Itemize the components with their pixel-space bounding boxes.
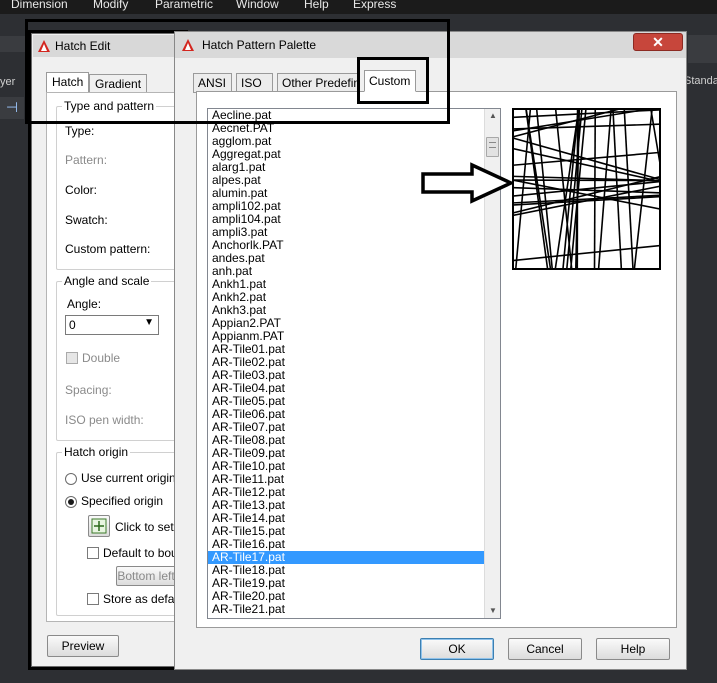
pattern-line	[593, 104, 597, 274]
close-icon: ✕	[652, 34, 664, 50]
pick-point-button[interactable]	[88, 515, 110, 537]
ribbon-panel-fragment	[0, 36, 28, 52]
swatch-label: Swatch:	[65, 213, 108, 227]
pattern-line	[623, 104, 635, 274]
ok-button[interactable]: OK	[420, 638, 494, 660]
pattern-line	[611, 104, 623, 274]
angle-label: Angle:	[67, 297, 102, 311]
spacing-label: Spacing:	[65, 383, 112, 397]
pattern-line	[508, 244, 665, 262]
default-to-boundary-checkbox[interactable]	[87, 547, 99, 559]
bottom-left-select[interactable]: Bottom left	[116, 566, 176, 586]
hatch-origin-title: Hatch origin	[62, 445, 131, 459]
menu-express[interactable]: Express	[353, 0, 396, 11]
pick-point-icon	[91, 518, 107, 534]
right-arrow-icon	[421, 162, 514, 204]
align-icon[interactable]: ⊣	[0, 97, 24, 119]
default-to-boundary-label: Default to boun	[103, 546, 185, 560]
pattern-line	[508, 194, 665, 204]
pattern-label: Pattern:	[65, 153, 108, 167]
use-current-origin-label: Use current origin	[81, 471, 176, 485]
annotation-custom-tab-highlight	[357, 57, 429, 104]
preview-button[interactable]: Preview	[47, 635, 119, 657]
cancel-button[interactable]: Cancel	[508, 638, 582, 660]
custom-pattern-label: Custom pattern:	[65, 242, 151, 256]
double-label: Double	[82, 351, 121, 365]
toolbar-fragment	[688, 35, 717, 63]
type-label: Type:	[65, 124, 95, 138]
store-as-default-checkbox[interactable]	[87, 593, 99, 605]
scroll-thumb[interactable]	[486, 137, 499, 157]
list-item[interactable]: AR-Tile21.pat	[208, 603, 485, 616]
use-current-origin-radio[interactable]	[65, 473, 77, 485]
standard-label-fragment: Standa	[684, 75, 717, 87]
menu-parametric[interactable]: Parametric	[155, 0, 213, 11]
menu-modify[interactable]: Modify	[93, 0, 128, 11]
scroll-down-icon[interactable]: ▼	[485, 604, 500, 618]
scroll-up-icon[interactable]: ▲	[485, 109, 500, 123]
menu-help[interactable]: Help	[304, 0, 329, 11]
store-as-default-label: Store as defaul	[103, 592, 184, 606]
help-button[interactable]: Help	[596, 638, 670, 660]
specified-origin-label: Specified origin	[81, 494, 164, 508]
pattern-preview	[508, 96, 680, 274]
chevron-down-icon: ▼	[144, 317, 154, 328]
double-checkbox[interactable]	[66, 352, 78, 364]
angle-select[interactable]: 0 ▼	[65, 315, 159, 335]
specified-origin-radio[interactable]	[65, 496, 77, 508]
angle-value: 0	[69, 318, 76, 332]
close-button[interactable]: ✕	[633, 33, 683, 51]
color-label: Color:	[65, 183, 98, 197]
iso-pen-width-label: ISO pen width:	[65, 413, 144, 427]
menu-bar: Dimension Modify Parametric Window Help …	[0, 0, 717, 14]
pattern-line	[649, 104, 680, 274]
layer-label-fragment: yer	[0, 76, 16, 88]
menu-dimension[interactable]: Dimension	[11, 0, 68, 11]
angle-and-scale-title: Angle and scale	[62, 274, 152, 288]
pattern-preview-image	[508, 96, 680, 274]
menu-window[interactable]: Window	[236, 0, 279, 11]
